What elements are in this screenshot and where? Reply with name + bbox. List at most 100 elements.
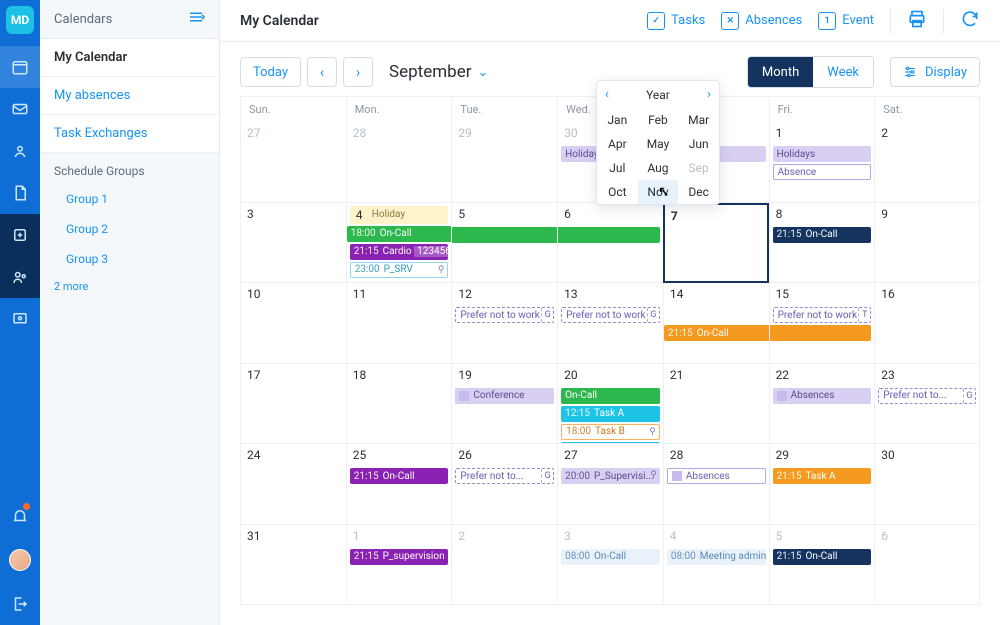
absences-link[interactable]: ✕Absences	[721, 12, 802, 30]
event-absences[interactable]: Absences	[667, 468, 766, 484]
sidebar-group-3[interactable]: Group 3	[40, 244, 219, 274]
event-meeting[interactable]: 08:00Meeting admin	[667, 549, 766, 565]
event-prefer[interactable]: Prefer not to workG	[561, 307, 660, 323]
day-cell[interactable]: 19 Conference	[451, 364, 557, 445]
picker-month[interactable]: May	[638, 132, 679, 156]
event-holidays[interactable]: Holidays	[773, 146, 872, 162]
day-cell[interactable]: 30	[874, 444, 980, 525]
day-cell[interactable]: 31	[240, 525, 346, 606]
event-prefer[interactable]: Prefer not to...G	[455, 468, 554, 484]
picker-month[interactable]: Mar	[678, 108, 719, 132]
doc-icon[interactable]	[0, 172, 40, 214]
picker-next[interactable]: ›	[707, 87, 711, 102]
day-cell[interactable]: 5	[451, 203, 557, 284]
user-icon[interactable]	[0, 130, 40, 172]
day-cell[interactable]: 17	[240, 364, 346, 445]
sidebar-item-mycalendar[interactable]: My Calendar	[40, 39, 219, 77]
picker-prev[interactable]: ‹	[605, 87, 609, 102]
app-logo[interactable]: MD	[6, 6, 34, 34]
event-taska[interactable]: 12:15Task A	[561, 406, 660, 422]
event-absences[interactable]: Absences	[773, 388, 872, 404]
day-cell[interactable]: 1 21:15P_supervision	[346, 525, 452, 606]
collapse-icon[interactable]	[187, 10, 205, 28]
picker-month[interactable]: Dec	[678, 180, 719, 204]
event-taska[interactable]: 21:15Task A	[773, 468, 872, 484]
calendar-nav-icon[interactable]	[0, 46, 40, 88]
event-oncall[interactable]: 08:00On-Call	[561, 549, 660, 565]
day-cell[interactable]: 28	[346, 122, 452, 203]
event-taskb[interactable]: 18:00Task B⚲	[561, 424, 660, 440]
picker-month[interactable]: Oct	[597, 180, 638, 204]
day-cell[interactable]: 26 Prefer not to...G	[451, 444, 557, 525]
day-cell[interactable]: 6	[874, 525, 980, 606]
picker-month[interactable]: Nov	[638, 180, 679, 204]
day-cell[interactable]: 2	[874, 122, 980, 203]
day-cell[interactable]: 1 Holidays Absence	[769, 122, 875, 203]
event-psrv[interactable]: 23:00P_SRV⚲	[350, 262, 449, 278]
display-button[interactable]: Display	[890, 57, 980, 87]
sidebar-group-1[interactable]: Group 1	[40, 184, 219, 214]
day-cell[interactable]: 16	[874, 283, 980, 364]
day-cell[interactable]: 6	[557, 203, 663, 284]
month-picker-trigger[interactable]: September ⌄	[389, 62, 488, 82]
picker-month[interactable]: Jun	[678, 132, 719, 156]
bell-icon[interactable]	[0, 495, 40, 537]
next-month-button[interactable]: ›	[343, 57, 373, 87]
event-prefer[interactable]: Prefer not to...G	[878, 388, 976, 404]
logout-icon[interactable]	[0, 583, 40, 625]
event-oncall[interactable]: 18:00On-Call	[347, 226, 452, 242]
day-cell[interactable]: 5 21:15On-Call	[769, 525, 875, 606]
picker-month[interactable]: Jul	[597, 156, 638, 180]
day-cell[interactable]: 12 Prefer not to workG	[451, 283, 557, 364]
day-cell[interactable]: 4 08:00Meeting admin	[663, 525, 769, 606]
event-prefer[interactable]: Prefer not to workG	[455, 307, 554, 323]
day-cell[interactable]: 27 20:00P_Supervisi...⚲	[557, 444, 663, 525]
picker-month[interactable]: Jan	[597, 108, 638, 132]
day-cell[interactable]: 14 21:15On-Call	[663, 283, 769, 364]
picker-month[interactable]: Sep	[678, 156, 719, 180]
event-cardio[interactable]: 21:15Cardio 123456	[350, 244, 449, 260]
day-cell[interactable]: 23 Prefer not to...G	[874, 364, 980, 445]
mail-icon[interactable]	[0, 88, 40, 130]
day-cell-today[interactable]: 7	[663, 203, 769, 284]
day-cell[interactable]: 27	[240, 122, 346, 203]
day-cell[interactable]: 11	[346, 283, 452, 364]
day-cell[interactable]: 21	[663, 364, 769, 445]
day-cell[interactable]: 28 Absences	[663, 444, 769, 525]
day-cell[interactable]: 29 21:15Task A	[769, 444, 875, 525]
picker-month[interactable]: Feb	[638, 108, 679, 132]
view-month-button[interactable]: Month	[748, 57, 813, 87]
prev-month-button[interactable]: ‹	[307, 57, 337, 87]
today-button[interactable]: Today	[240, 57, 301, 87]
event-link[interactable]: 1Event	[818, 12, 874, 30]
day-cell[interactable]: 3 08:00On-Call	[557, 525, 663, 606]
day-cell[interactable]: 20 On-Call 12:15Task A 18:00Task B⚲ 21:1…	[557, 364, 663, 445]
day-cell[interactable]: 8 21:15On-Call	[769, 203, 875, 284]
day-cell[interactable]: 29	[451, 122, 557, 203]
day-cell[interactable]: 10	[240, 283, 346, 364]
event-conference[interactable]: Conference	[455, 388, 554, 404]
event-oncall[interactable]	[770, 325, 872, 341]
day-cell[interactable]: 3	[240, 203, 346, 284]
refresh-icon[interactable]	[960, 9, 980, 33]
tasks-link[interactable]: ✓Tasks	[647, 12, 705, 30]
event-psup[interactable]: 21:15P_supervision	[350, 549, 449, 565]
event-oncall[interactable]: On-Call	[561, 388, 660, 404]
view-week-button[interactable]: Week	[813, 57, 873, 87]
day-cell[interactable]: 15 Prefer not to workT	[769, 283, 875, 364]
day-cell[interactable]: 4Holiday 18:00On-Call 21:15Cardio 123456…	[346, 203, 452, 284]
day-cell[interactable]: 9	[874, 203, 980, 284]
sidebar-item-absences[interactable]: My absences	[40, 77, 219, 115]
sidebar-item-taskexchanges[interactable]: Task Exchanges	[40, 115, 219, 153]
sidebar-group-2[interactable]: Group 2	[40, 214, 219, 244]
day-cell[interactable]: 25 21:15On-Call	[346, 444, 452, 525]
event-psup[interactable]: 20:00P_Supervisi...⚲	[561, 468, 660, 484]
screen-icon[interactable]	[0, 298, 40, 340]
event-oncall[interactable]: 21:15On-Call	[773, 549, 872, 565]
picker-month[interactable]: Apr	[597, 132, 638, 156]
picker-month[interactable]: Aug	[638, 156, 679, 180]
avatar[interactable]	[9, 549, 31, 571]
day-cell[interactable]: 22 Absences	[769, 364, 875, 445]
day-cell[interactable]: 2	[451, 525, 557, 606]
sidebar-more[interactable]: 2 more	[40, 274, 219, 301]
